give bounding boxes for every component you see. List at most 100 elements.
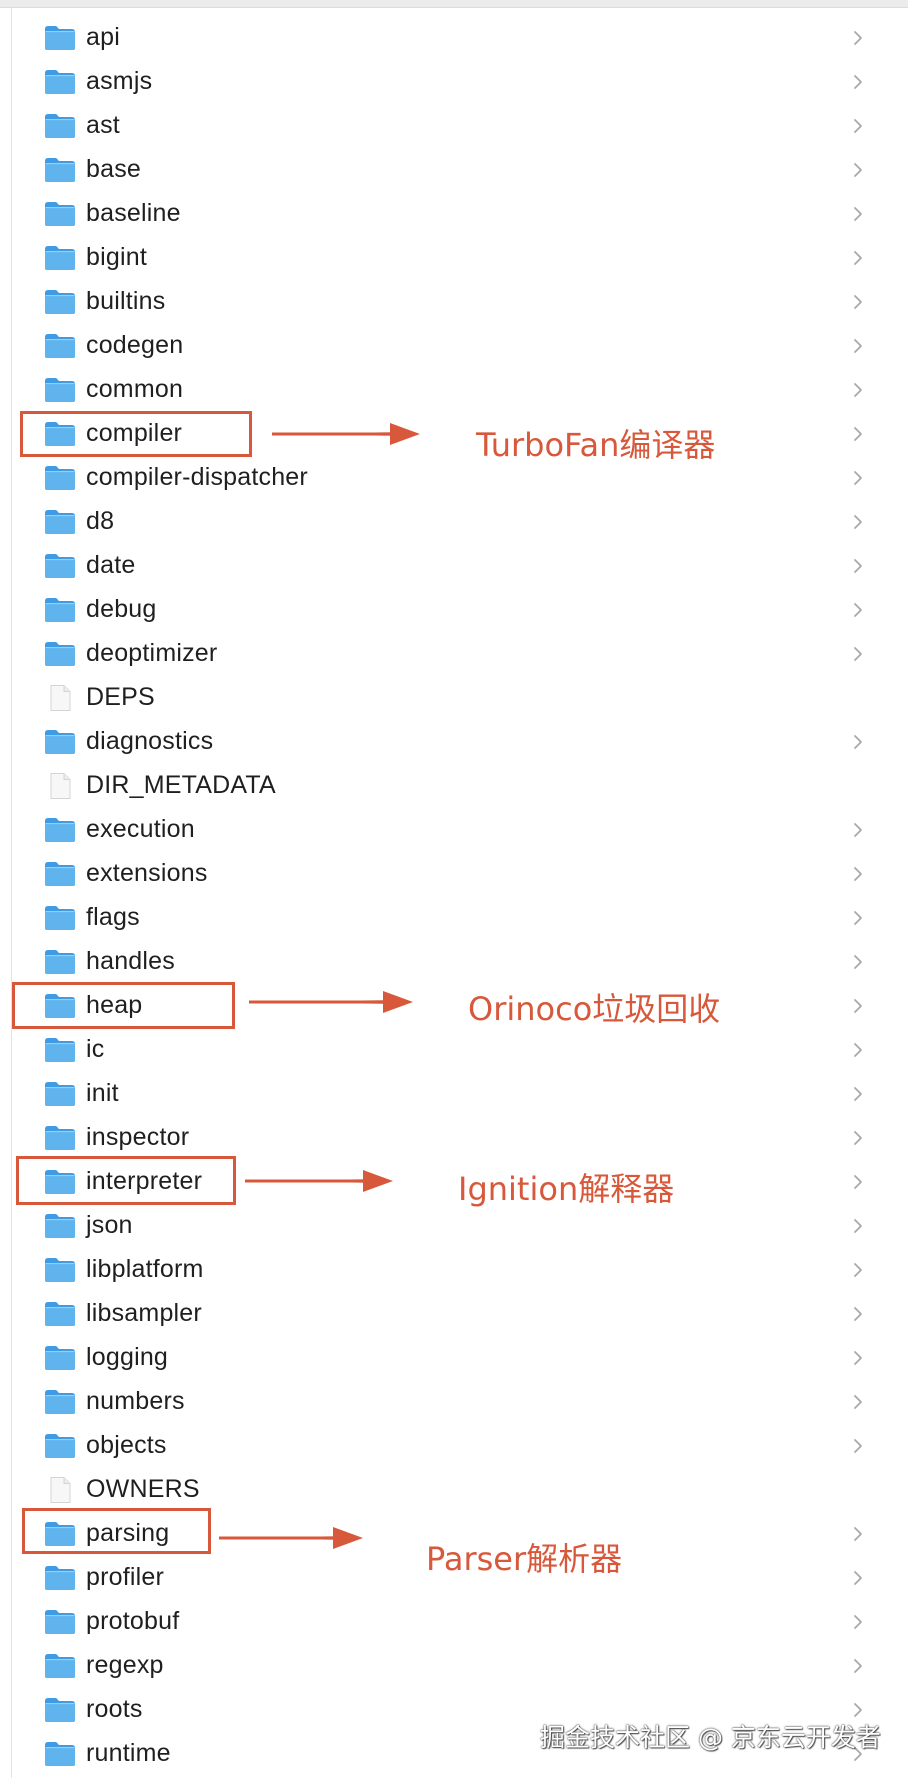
folder-row[interactable]: handles — [0, 939, 908, 983]
entry-name: DIR_METADATA — [86, 771, 276, 799]
folder-row[interactable]: bigint — [0, 235, 908, 279]
folder-icon — [44, 1257, 76, 1283]
folder-icon — [44, 69, 76, 95]
chevron-right-icon[interactable] — [852, 1261, 864, 1279]
chevron-right-icon[interactable] — [852, 1129, 864, 1147]
chevron-right-icon[interactable] — [852, 953, 864, 971]
folder-row[interactable]: codegen — [0, 323, 908, 367]
folder-row[interactable]: d8 — [0, 499, 908, 543]
chevron-right-icon[interactable] — [852, 1701, 864, 1719]
folder-row[interactable]: init — [0, 1071, 908, 1115]
entry-name: date — [86, 551, 136, 579]
chevron-right-icon[interactable] — [852, 1393, 864, 1411]
arrow-icon — [249, 991, 413, 1013]
chevron-right-icon[interactable] — [852, 249, 864, 267]
folder-row[interactable]: json — [0, 1203, 908, 1247]
folder-row[interactable]: debug — [0, 587, 908, 631]
chevron-right-icon[interactable] — [852, 469, 864, 487]
chevron-right-icon[interactable] — [852, 1217, 864, 1235]
entry-name: flags — [86, 903, 140, 931]
folder-row[interactable]: asmjs — [0, 59, 908, 103]
folder-icon — [44, 1565, 76, 1591]
chevron-right-icon[interactable] — [852, 733, 864, 751]
chevron-right-icon[interactable] — [852, 909, 864, 927]
folder-icon — [44, 1037, 76, 1063]
folder-row[interactable]: api — [0, 15, 908, 59]
folder-row[interactable]: objects — [0, 1423, 908, 1467]
chevron-right-icon[interactable] — [852, 997, 864, 1015]
folder-row[interactable]: diagnostics — [0, 719, 908, 763]
folder-row[interactable]: flags — [0, 895, 908, 939]
chevron-right-icon[interactable] — [852, 1569, 864, 1587]
folder-row[interactable]: numbers — [0, 1379, 908, 1423]
chevron-right-icon[interactable] — [852, 601, 864, 619]
chevron-right-icon[interactable] — [852, 381, 864, 399]
chevron-right-icon[interactable] — [852, 117, 864, 135]
highlight-box-interpreter — [16, 1156, 236, 1205]
arrow-icon — [219, 1527, 363, 1549]
folder-row[interactable]: ast — [0, 103, 908, 147]
chevron-right-icon[interactable] — [852, 337, 864, 355]
folder-row[interactable]: date — [0, 543, 908, 587]
chevron-right-icon[interactable] — [852, 29, 864, 47]
folder-row[interactable]: libplatform — [0, 1247, 908, 1291]
folder-icon — [44, 377, 76, 403]
chevron-right-icon[interactable] — [852, 1041, 864, 1059]
folder-icon — [44, 245, 76, 271]
folder-row[interactable]: deoptimizer — [0, 631, 908, 675]
chevron-right-icon[interactable] — [852, 557, 864, 575]
folder-icon — [44, 333, 76, 359]
chevron-right-icon[interactable] — [852, 1613, 864, 1631]
folder-icon — [44, 1125, 76, 1151]
chevron-right-icon[interactable] — [852, 161, 864, 179]
file-row[interactable]: DEPS — [0, 675, 908, 719]
folder-icon — [44, 817, 76, 843]
folder-icon — [44, 949, 76, 975]
entry-name: profiler — [86, 1563, 165, 1591]
folder-row[interactable]: protobuf — [0, 1599, 908, 1643]
folder-icon — [44, 1301, 76, 1327]
folder-icon — [44, 1345, 76, 1371]
chevron-right-icon[interactable] — [852, 293, 864, 311]
entry-name: OWNERS — [86, 1475, 200, 1503]
chevron-right-icon[interactable] — [852, 1173, 864, 1191]
chevron-right-icon[interactable] — [852, 1305, 864, 1323]
chevron-right-icon[interactable] — [852, 425, 864, 443]
folder-row[interactable]: compiler-dispatcher — [0, 455, 908, 499]
folder-row[interactable]: baseline — [0, 191, 908, 235]
entry-name: diagnostics — [86, 727, 214, 755]
arrow-icon — [272, 423, 420, 445]
file-row[interactable]: DIR_METADATA — [0, 763, 908, 807]
folder-row[interactable]: ic — [0, 1027, 908, 1071]
watermark: 掘金技术社区 @ 京东云开发者 — [540, 1723, 881, 1752]
folder-icon — [44, 157, 76, 183]
chevron-right-icon[interactable] — [852, 865, 864, 883]
chevron-right-icon[interactable] — [852, 1437, 864, 1455]
folder-icon — [44, 1697, 76, 1723]
entry-name: api — [86, 23, 120, 51]
chevron-right-icon[interactable] — [852, 1085, 864, 1103]
folder-row[interactable]: libsampler — [0, 1291, 908, 1335]
chevron-right-icon[interactable] — [852, 821, 864, 839]
annotation-label-parsing: Parser解析器 — [426, 1540, 623, 1578]
chevron-right-icon[interactable] — [852, 1657, 864, 1675]
entry-name: asmjs — [86, 67, 153, 95]
chevron-right-icon[interactable] — [852, 645, 864, 663]
chevron-right-icon[interactable] — [852, 513, 864, 531]
folder-row[interactable]: inspector — [0, 1115, 908, 1159]
entry-name: execution — [86, 815, 195, 843]
folder-row[interactable]: builtins — [0, 279, 908, 323]
folder-row[interactable]: execution — [0, 807, 908, 851]
entry-name: numbers — [86, 1387, 185, 1415]
folder-icon — [44, 201, 76, 227]
chevron-right-icon[interactable] — [852, 73, 864, 91]
chevron-right-icon[interactable] — [852, 1349, 864, 1367]
chevron-right-icon[interactable] — [852, 205, 864, 223]
folder-row[interactable]: common — [0, 367, 908, 411]
folder-row[interactable]: regexp — [0, 1643, 908, 1687]
folder-row[interactable]: logging — [0, 1335, 908, 1379]
file-row[interactable]: OWNERS — [0, 1467, 908, 1511]
chevron-right-icon[interactable] — [852, 1525, 864, 1543]
folder-row[interactable]: base — [0, 147, 908, 191]
folder-row[interactable]: extensions — [0, 851, 908, 895]
